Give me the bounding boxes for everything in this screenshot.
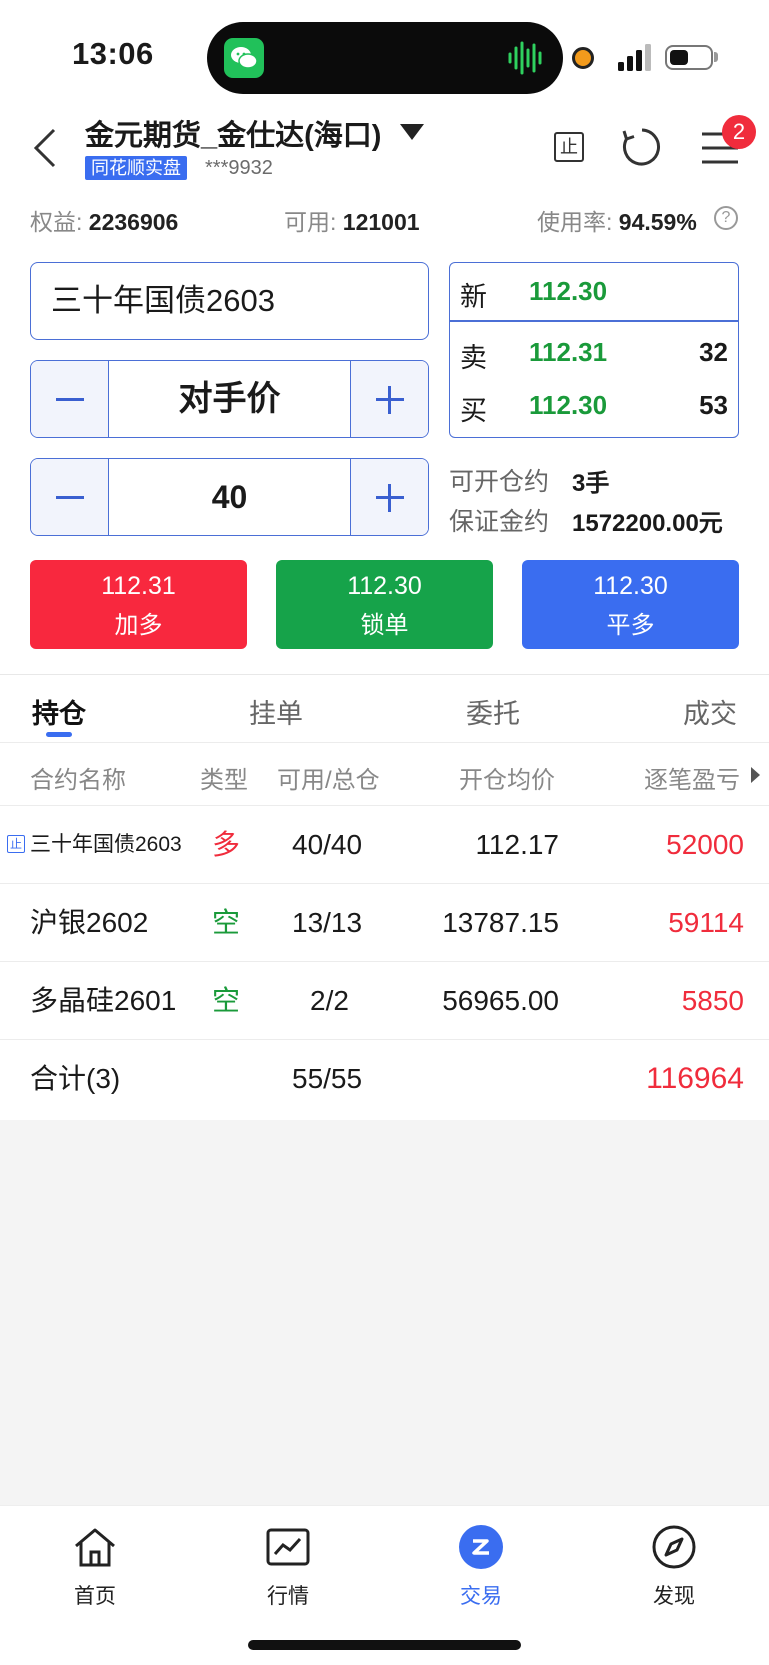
price-mode[interactable]: 对手价: [109, 361, 350, 437]
header-avg-price: 开仓均价: [459, 767, 555, 794]
header-contract: 合约名称: [30, 767, 126, 794]
row-pnl: 5850: [681, 985, 744, 1016]
row-type: 空: [212, 907, 241, 938]
row-avg-price: 56965.00: [442, 985, 559, 1016]
row-avail-total: 13/13: [292, 907, 363, 938]
price-stepper: 对手价: [30, 360, 429, 438]
bid-label: 买: [460, 396, 487, 426]
header-pnl[interactable]: 逐笔盈亏: [644, 760, 740, 795]
usage-summary: 使用率: 94.59%: [537, 209, 697, 235]
tab-orders[interactable]: 委托: [466, 692, 520, 731]
header-type: 类型: [200, 767, 248, 794]
nav-discover-label: 发现: [653, 1585, 695, 1608]
close-long-button[interactable]: 112.30 平多: [522, 560, 739, 649]
total-pnl: 116964: [646, 1062, 744, 1095]
table-row[interactable]: 多晶硅2601 空 2/2 56965.00 5850: [0, 961, 769, 1039]
signal-icon: [617, 44, 657, 72]
quote-panel: 新 112.30 卖 112.31 32 买 112.30 53: [449, 262, 739, 438]
row-pnl: 59114: [668, 907, 744, 938]
nav-trade[interactable]: 交易: [421, 1524, 541, 1610]
home-indicator: [248, 1640, 521, 1650]
row-contract: 多晶硅2601: [30, 985, 177, 1016]
row-avg-price: 112.17: [475, 829, 559, 860]
equity-value: 2236906: [88, 209, 179, 235]
battery-icon: [665, 45, 713, 70]
nav-discover[interactable]: 发现: [614, 1524, 734, 1610]
available-value: 121001: [342, 209, 420, 235]
caret-down-icon[interactable]: [400, 124, 424, 140]
table-total-row: 合计(3) 55/55 116964: [0, 1039, 769, 1117]
trade-icon: [458, 1524, 504, 1570]
tab-positions[interactable]: 持仓: [32, 692, 86, 731]
row-type: 空: [212, 985, 241, 1016]
ask-volume: 32: [699, 337, 728, 367]
notification-badge: 2: [722, 115, 756, 149]
compass-icon: [651, 1524, 697, 1570]
row-avail-total: 2/2: [310, 985, 349, 1016]
help-icon[interactable]: ?: [714, 206, 738, 230]
tabs-divider: [0, 674, 769, 675]
back-chevron-icon[interactable]: [30, 126, 60, 170]
margin-value: 1572200.00元: [572, 510, 723, 537]
wechat-icon[interactable]: [224, 38, 264, 78]
equity-summary: 权益: 2236906: [30, 209, 179, 235]
home-icon: [72, 1524, 118, 1570]
account-number: ***9932: [205, 157, 273, 179]
bid-price[interactable]: 112.30: [529, 390, 607, 421]
battery-tip: [714, 52, 718, 62]
quantity-minus-button[interactable]: [31, 459, 109, 535]
status-time: 13:06: [72, 36, 154, 71]
quantity-stepper: 40: [30, 458, 429, 536]
audio-wave-icon: [506, 40, 546, 76]
tabs-bottom-divider: [0, 742, 769, 743]
scroll-right-icon[interactable]: [751, 767, 760, 783]
openable-label: 可开仓约: [449, 468, 550, 496]
quantity-value[interactable]: 40: [109, 459, 350, 535]
recording-dot-icon: [572, 47, 594, 69]
row-avg-price: 13787.15: [442, 907, 559, 938]
add-long-button[interactable]: 112.31 加多: [30, 560, 247, 649]
bid-volume: 53: [699, 390, 728, 420]
account-title[interactable]: 金元期货_金仕达(海口): [85, 112, 381, 154]
price-minus-button[interactable]: [31, 361, 109, 437]
stop-order-icon[interactable]: 止: [554, 132, 584, 162]
row-type: 多: [212, 829, 241, 860]
tab-underline: [46, 732, 72, 737]
header-avail-total: 可用/总仓: [277, 767, 380, 794]
openable-value: 3手: [572, 470, 610, 497]
price-plus-button[interactable]: [350, 361, 428, 437]
nav-market-label: 行情: [267, 1585, 309, 1608]
stop-tag-icon: 止: [7, 835, 25, 853]
nav-trade-label: 交易: [460, 1585, 502, 1608]
platform-tag: 同花顺实盘: [85, 156, 187, 180]
ask-label: 卖: [460, 343, 487, 373]
table-row[interactable]: 沪银2602 空 13/13 13787.15 59114: [0, 883, 769, 961]
ask-price[interactable]: 112.31: [529, 337, 607, 368]
last-price: 112.30: [529, 276, 608, 306]
available-summary: 可用: 121001: [284, 209, 420, 235]
nav-home[interactable]: 首页: [35, 1524, 155, 1610]
refresh-icon[interactable]: [621, 126, 663, 168]
row-pnl: 52000: [666, 829, 744, 860]
table-row[interactable]: 止 三十年国债2603 多 40/40 112.17 52000: [0, 805, 769, 883]
total-label: 合计(3): [30, 1063, 121, 1094]
tab-trades[interactable]: 成交: [683, 692, 737, 731]
total-avail-total: 55/55: [292, 1063, 363, 1094]
nav-market[interactable]: 行情: [228, 1524, 348, 1610]
row-contract: 三十年国债2603: [30, 833, 182, 856]
usage-value: 94.59%: [618, 209, 697, 235]
nav-home-label: 首页: [74, 1585, 116, 1608]
row-contract: 沪银2602: [30, 907, 149, 938]
chart-icon: [265, 1524, 311, 1570]
contract-input[interactable]: 三十年国债2603: [30, 262, 429, 340]
row-avail-total: 40/40: [292, 829, 363, 860]
margin-label: 保证金约: [449, 508, 550, 536]
lock-order-button[interactable]: 112.30 锁单: [276, 560, 493, 649]
tab-pending[interactable]: 挂单: [249, 692, 303, 731]
quantity-plus-button[interactable]: [350, 459, 428, 535]
last-label: 新: [460, 282, 487, 312]
